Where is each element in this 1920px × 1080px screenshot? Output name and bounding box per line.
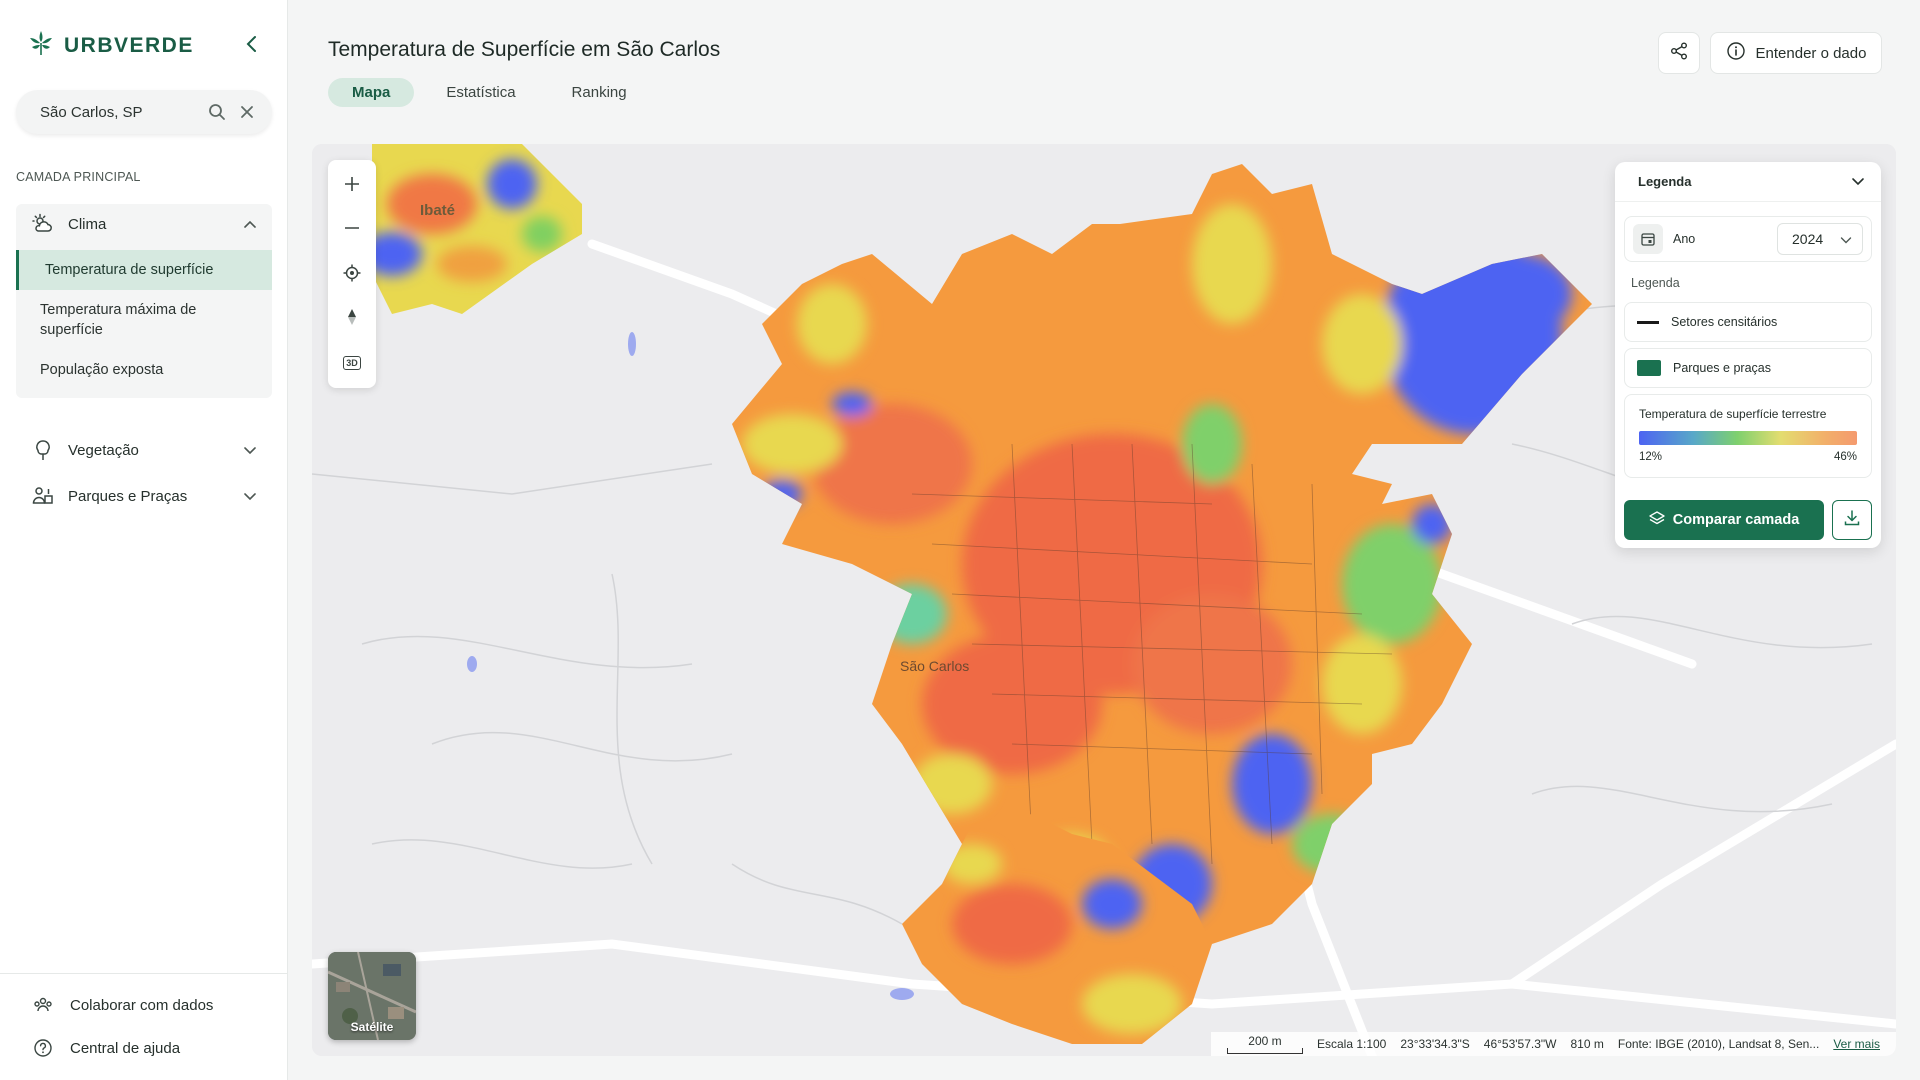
tab-ranking[interactable]: Ranking [548,78,651,107]
gradient-ticks: 12% 46% [1639,451,1857,463]
map-attribution-bar: 200 m Escala 1:100 23°33'34.3"S 46°53'57… [1210,1032,1896,1056]
help-center-link[interactable]: Central de ajuda [32,1037,180,1059]
park-swatch [1637,360,1661,376]
understand-data-button[interactable]: Entender o dado [1710,32,1882,74]
satellite-toggle[interactable]: Satélite [328,952,416,1040]
tree-icon [32,439,54,461]
clima-sublist: Temperatura de superfície Temperatura má… [16,244,272,398]
group-parques-toggle[interactable]: Parques e Praças [16,476,272,516]
group-vegetacao-toggle[interactable]: Vegetação [16,430,272,470]
sidebar-item-temperatura-superficie[interactable]: Temperatura de superfície [16,250,272,290]
scale-label: 200 m [1248,1034,1282,1048]
gradient-max: 46% [1833,451,1857,463]
search-input[interactable]: São Carlos, SP [40,104,198,121]
sidebar-item-temperatura-maxima[interactable]: Temperatura máxima de superfície [16,290,272,350]
chevron-down-icon [1840,231,1852,247]
sidebar-item-populacao-exposta[interactable]: População exposta [16,350,272,390]
compass-icon [346,308,358,329]
collaborate-link[interactable]: Colaborar com dados [32,994,213,1016]
scale-bar: 200 m [1226,1034,1303,1054]
year-row: Ano 2024 [1624,216,1872,262]
gradient-bar [1639,431,1857,445]
group-clima-toggle[interactable]: Clima [16,204,272,244]
chevron-down-icon [242,442,258,458]
group-label: Parques e Praças [68,487,188,505]
place-label-sao-carlos: São Carlos [900,658,970,674]
minus-icon [344,220,360,239]
legend-panel: Legenda Ano 2024 Legenda Setores censitá… [1615,162,1881,548]
view-tabs: Mapa Estatística Ranking [328,78,651,107]
legend-subtitle: Legenda [1631,276,1680,290]
group-label: Vegetação [68,441,139,459]
page-title: Temperatura de Superfície em São Carlos [328,38,721,61]
download-button[interactable] [1832,500,1872,540]
sidebar: URBVERDE São Carlos, SP CAMADA PRINCIPAL… [0,0,288,1080]
cloud-sun-icon [32,213,54,235]
chevron-down-icon [242,488,258,504]
section-label: CAMADA PRINCIPAL [16,170,141,184]
tab-estatistica[interactable]: Estatística [422,78,539,107]
legend-item-label: Parques e praças [1673,361,1771,375]
data-source: Fonte: IBGE (2010), Landsat 8, Sen... [1617,1037,1820,1051]
compass-button[interactable] [334,299,370,337]
toggle-3d-button[interactable]: 3D [334,344,370,382]
understand-data-label: Entender o dado [1755,44,1867,62]
legend-item-parques[interactable]: Parques e praças [1624,348,1872,388]
scale-ratio: Escala 1:100 [1316,1037,1387,1051]
park-people-icon [32,485,54,507]
share-button[interactable] [1658,32,1700,74]
plus-icon [344,176,360,195]
year-select[interactable]: 2024 [1777,223,1863,255]
group-vegetacao: Vegetação [16,430,272,470]
compare-layer-label: Comparar camada [1672,512,1800,528]
urbverde-logo-icon [26,28,56,63]
search-icon[interactable] [206,101,228,123]
temperature-gradient-legend: Temperatura de superfície terrestre 12% … [1624,394,1872,478]
layers-icon [1649,510,1665,530]
help-circle-icon [32,1037,54,1059]
group-label: Clima [68,215,107,233]
gradient-title: Temperatura de superfície terrestre [1639,407,1827,421]
help-center-label: Central de ajuda [70,1039,181,1057]
info-icon [1726,41,1746,65]
people-network-icon [32,994,54,1016]
latitude-readout: 23°33'34.3"S [1400,1037,1470,1051]
calendar-icon [1633,224,1663,254]
zoom-in-button[interactable] [334,166,370,204]
download-icon [1843,509,1861,532]
chevron-up-icon [242,216,258,232]
year-label: Ano [1673,232,1696,246]
brand[interactable]: URBVERDE [26,28,194,63]
city-search[interactable]: São Carlos, SP [16,90,272,134]
scale-line [1226,1048,1303,1054]
brand-name: URBVERDE [64,33,194,57]
see-more-link[interactable]: Ver mais [1833,1037,1880,1051]
locate-icon [343,264,361,285]
tab-mapa[interactable]: Mapa [328,78,415,107]
map-controls: 3D [328,160,376,388]
zoom-out-button[interactable] [334,210,370,248]
legend-panel-title: Legenda [1638,174,1692,189]
legend-item-setores[interactable]: Setores censitários [1624,302,1872,342]
3d-label: 3D [343,355,361,370]
line-swatch [1637,320,1659,324]
share-icon [1669,41,1689,66]
collapse-sidebar-button[interactable] [240,32,264,56]
satellite-label: Satélite [350,1020,394,1034]
longitude-readout: 46°53'57.3"W [1483,1037,1557,1051]
footer-divider [0,973,288,974]
group-parques: Parques e Praças [16,476,272,516]
chevron-down-icon [1851,173,1865,191]
place-label-ibate: Ibaté [420,202,456,219]
gradient-min: 12% [1639,451,1663,463]
clear-icon[interactable] [236,101,258,123]
year-value: 2024 [1792,231,1824,247]
locate-button[interactable] [334,255,370,293]
collaborate-label: Colaborar com dados [70,996,214,1014]
compare-layer-button[interactable]: Comparar camada [1624,500,1824,540]
group-clima: Clima Temperatura de superfície Temperat… [16,204,272,398]
legend-item-label: Setores censitários [1671,315,1778,329]
elevation-readout: 810 m [1570,1037,1604,1051]
legend-panel-header[interactable]: Legenda [1615,162,1881,202]
